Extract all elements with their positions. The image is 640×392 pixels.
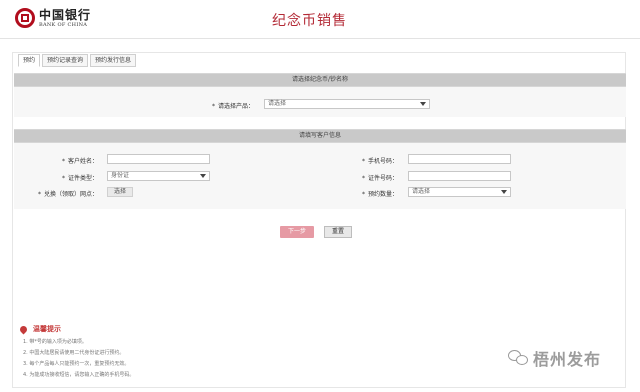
chevron-down-icon: [420, 102, 426, 106]
id-number-input[interactable]: [408, 171, 511, 181]
product-label-text: 请选择产品：: [218, 103, 255, 110]
watermark: 梧州发布: [508, 346, 601, 370]
tips-title-text: 温馨提示: [33, 325, 61, 333]
required-mark: *: [212, 103, 215, 110]
tip-line: 4. 为能成功接收短信，请您输入正确的手机号码。: [23, 372, 135, 378]
chevron-down-icon: [200, 174, 206, 178]
section-bar-customer: 请填写客户信息: [14, 129, 626, 143]
tips-title: 温馨提示: [18, 324, 134, 334]
quantity-label-text: 预约数量：: [368, 191, 399, 198]
section-bar-product: 请选择纪念币/钞名称: [14, 73, 626, 87]
tip-line: 2. 中国大陆居民请使用二代身份证进行预约。: [23, 350, 125, 356]
id-type-label: * 证件类型：: [62, 173, 98, 182]
next-step-button[interactable]: 下一步: [280, 226, 314, 238]
wechat-icon: [508, 350, 530, 366]
quantity-label: * 预约数量：: [362, 189, 398, 198]
tab-reservation-query[interactable]: 预约记录查询: [42, 54, 89, 67]
quantity-select[interactable]: 请选择: [408, 187, 511, 197]
tip-line: 3. 每个产品每人只能预约一次，重复预约无效。: [23, 361, 130, 367]
header-divider: [0, 38, 640, 39]
required-mark: *: [362, 191, 365, 198]
product-label: * 请选择产品：: [212, 101, 254, 110]
tips-box: 温馨提示 1. 带*号的输入项为必填项。 2. 中国大陆居民请使用二代身份证进行…: [18, 324, 135, 378]
section-customer-body: [14, 143, 626, 209]
phone-label-text: 手机号码：: [368, 158, 399, 165]
id-number-label: * 证件号码：: [362, 173, 398, 182]
outlet-label: * 兑换（领取）网点：: [38, 189, 98, 198]
product-select[interactable]: 请选择: [264, 99, 430, 109]
logo-chinese-name: 中国银行: [39, 7, 92, 22]
required-mark: *: [62, 175, 65, 182]
tip-line: 1. 带*号的输入项为必填项。: [23, 339, 87, 345]
id-type-select-value: 身份证: [111, 172, 130, 179]
required-mark: *: [62, 158, 65, 165]
logo-text: 中国银行 BANK OF CHINA: [39, 9, 91, 28]
tab-issue-info[interactable]: 预约发行信息: [90, 54, 137, 67]
id-type-label-text: 证件类型：: [68, 175, 99, 182]
product-select-value: 请选择: [268, 100, 287, 107]
header: 中国银行 BANK OF CHINA 纪念币销售: [0, 0, 640, 38]
customer-name-input[interactable]: [107, 154, 210, 164]
id-number-label-text: 证件号码：: [368, 175, 399, 182]
required-mark: *: [362, 158, 365, 165]
phone-input[interactable]: [408, 154, 511, 164]
tab-bar: 预约 预约记录查询 预约发行信息: [18, 54, 138, 67]
outlet-label-text: 兑换（领取）网点：: [44, 191, 99, 198]
bank-logo[interactable]: 中国银行 BANK OF CHINA: [15, 8, 91, 28]
customer-name-label-text: 客户姓名：: [68, 158, 99, 165]
bank-of-china-logo-icon: [15, 8, 35, 28]
required-mark: *: [38, 191, 41, 198]
chevron-down-icon: [501, 190, 507, 194]
reset-button[interactable]: 重置: [324, 226, 352, 238]
logo-english-name: BANK OF CHINA: [39, 21, 88, 28]
tab-reservation[interactable]: 预约: [18, 54, 41, 67]
watermark-text: 梧州发布: [533, 350, 602, 369]
page-title: 纪念币销售: [272, 13, 347, 29]
customer-name-label: * 客户姓名：: [62, 156, 98, 165]
phone-label: * 手机号码：: [362, 156, 398, 165]
quantity-select-value: 请选择: [412, 188, 431, 195]
required-mark: *: [362, 175, 365, 182]
select-outlet-button[interactable]: 选择: [107, 187, 133, 197]
location-pin-icon: [18, 324, 29, 334]
id-type-select[interactable]: 身份证: [107, 171, 210, 181]
